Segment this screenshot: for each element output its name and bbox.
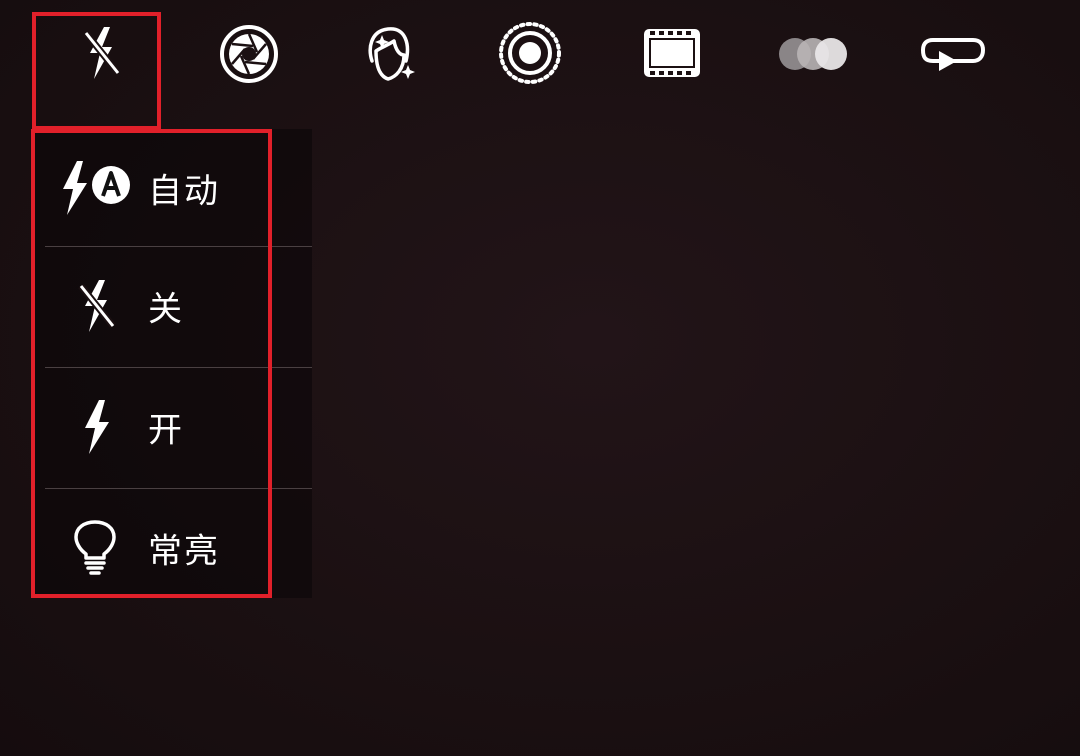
flash-auto-icon [59, 159, 135, 217]
camera-screen: 自动 关 开 常亮 [0, 0, 1080, 756]
beauty-button[interactable] [355, 18, 423, 88]
filter-circles-icon [779, 38, 847, 70]
flash-off-icon [75, 276, 119, 336]
flash-mode-auto[interactable]: 自动 [45, 129, 312, 246]
beauty-face-icon [368, 27, 415, 81]
film-frame-icon [644, 29, 700, 77]
flash-mode-off-label: 关 [148, 289, 184, 329]
live-photo-button[interactable] [495, 18, 565, 88]
flash-toggle-button[interactable] [67, 18, 137, 88]
flash-mode-torch-label: 常亮 [148, 531, 220, 571]
video-frame-button[interactable] [637, 20, 707, 86]
flash-off-icon [83, 27, 121, 79]
flash-mode-auto-label: 自动 [148, 171, 220, 211]
flash-on-icon [81, 398, 111, 456]
filter-button[interactable] [775, 30, 851, 78]
loop-button[interactable] [915, 30, 991, 76]
flash-mode-off[interactable]: 关 [45, 247, 312, 364]
live-photo-icon [499, 22, 561, 84]
aperture-icon [220, 25, 278, 83]
flash-mode-on[interactable]: 开 [45, 368, 312, 485]
flash-mode-torch[interactable]: 常亮 [45, 489, 312, 606]
torch-bulb-icon [73, 519, 117, 576]
flash-mode-on-label: 开 [148, 410, 184, 450]
loop-arrow-icon [921, 38, 985, 71]
aperture-button[interactable] [215, 20, 283, 88]
